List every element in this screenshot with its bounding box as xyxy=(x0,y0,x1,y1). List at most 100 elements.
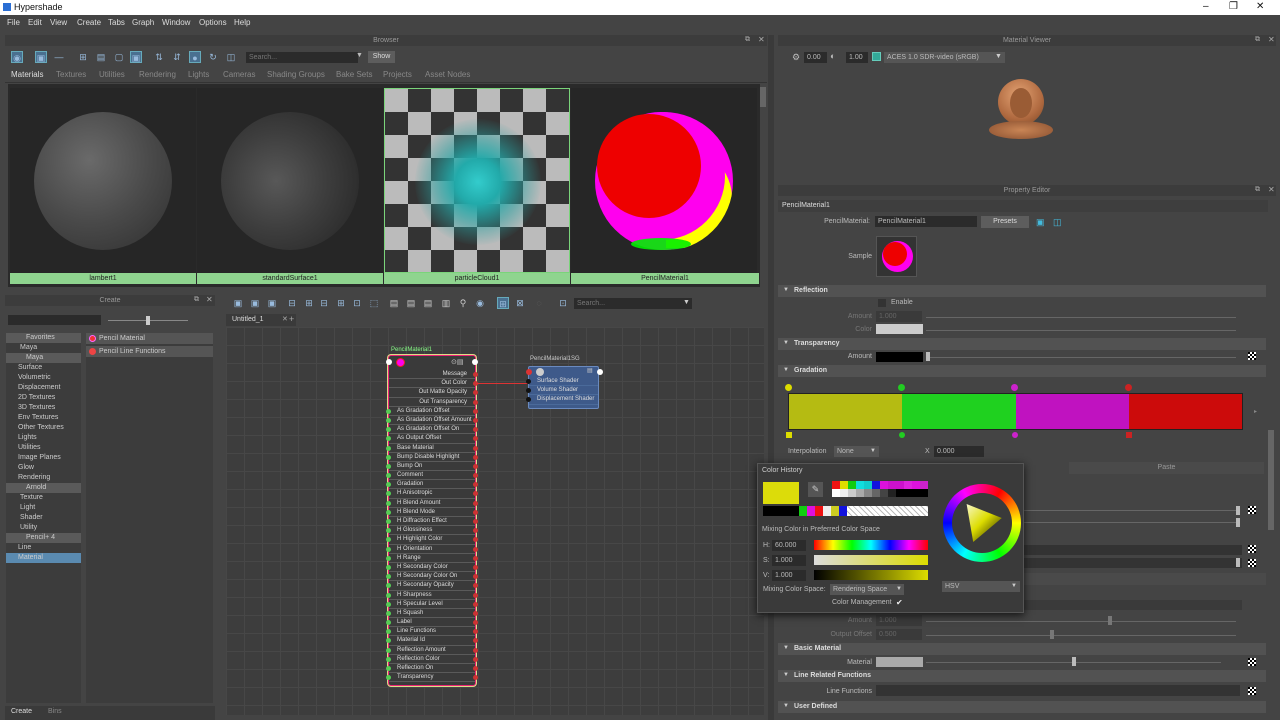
eyedropper-icon[interactable]: ✎ xyxy=(808,482,823,497)
map-icon[interactable] xyxy=(1248,545,1256,553)
slider-knob[interactable] xyxy=(1108,616,1112,625)
browser-search-input[interactable]: Search... xyxy=(246,52,358,63)
port-in-dot[interactable] xyxy=(386,473,391,479)
tab-bins[interactable]: Bins xyxy=(48,708,62,715)
tree-item[interactable]: 3D Textures xyxy=(6,403,81,413)
io-connections-icon[interactable]: ▣ xyxy=(249,297,261,309)
port-in-dot[interactable] xyxy=(386,574,391,580)
chevron-down-icon[interactable]: ▼ xyxy=(356,52,363,59)
input-port[interactable]: H Orientation xyxy=(386,545,478,554)
camera-icon[interactable]: ◉ xyxy=(11,51,23,63)
t-amount-swatch[interactable] xyxy=(876,352,923,362)
node-output-handle[interactable] xyxy=(472,359,478,365)
node-shading-group[interactable]: ▤ Surface Shader Volume Shader Displacemen… xyxy=(526,366,599,409)
port-in-dot[interactable] xyxy=(386,417,391,423)
input-connections-icon[interactable]: ▣ xyxy=(232,297,244,309)
amount-field[interactable]: 1.000 xyxy=(876,311,922,322)
input-port[interactable]: Reflection Color xyxy=(386,655,478,664)
x-field[interactable]: 0.000 xyxy=(934,446,984,457)
node-pencil-material[interactable]: ⊙▤ Message Out Color Out Matte Opacity Out … xyxy=(386,355,478,686)
port-in-dot[interactable] xyxy=(386,528,391,534)
tree-item[interactable]: Image Planes xyxy=(6,453,81,463)
sort-icon[interactable]: ⇅ xyxy=(153,51,165,63)
output-offset-field[interactable]: 0.500 xyxy=(876,629,922,640)
input-port[interactable]: H Secondary Opacity xyxy=(386,581,478,591)
tree-item[interactable]: Favorites xyxy=(6,333,81,343)
connected-mode-icon[interactable]: ▤ xyxy=(405,297,417,309)
tab-untitled[interactable]: Untitled_1 xyxy=(232,316,264,323)
port-in-dot[interactable] xyxy=(386,601,391,607)
port-out-dot[interactable] xyxy=(473,417,478,423)
input-port[interactable]: H Blend Mode xyxy=(386,508,478,517)
input-port[interactable]: Transparency xyxy=(386,673,478,683)
tree-item[interactable]: Maya xyxy=(6,343,81,353)
slider-knob[interactable] xyxy=(146,316,150,325)
create-search-input[interactable] xyxy=(8,315,101,325)
h-field[interactable]: 60.000 xyxy=(772,540,806,551)
expand-icon[interactable]: ▼ xyxy=(783,340,789,346)
tab-create[interactable]: Create xyxy=(11,708,32,715)
section-basic-material[interactable]: Basic Material xyxy=(778,643,1266,655)
port-out-dot[interactable] xyxy=(473,372,478,377)
connection-line[interactable] xyxy=(476,383,528,384)
port-in-dot[interactable] xyxy=(386,445,391,451)
port-in-dot[interactable] xyxy=(386,647,391,653)
add-node-icon[interactable]: ⊞ xyxy=(303,297,315,309)
menu-file[interactable]: File xyxy=(7,18,20,27)
close-panel-icon[interactable]: ✕ xyxy=(206,295,213,304)
tree-item[interactable]: Env Textures xyxy=(6,413,81,423)
full-mode-icon[interactable]: ▤ xyxy=(422,297,434,309)
port-out-dot[interactable] xyxy=(473,463,478,469)
snap-icon[interactable]: ⊠ xyxy=(514,297,526,309)
port-in-dot[interactable] xyxy=(386,482,391,488)
port-in-dot[interactable] xyxy=(386,463,391,469)
menu-tabs[interactable]: Tabs xyxy=(108,18,125,27)
ramp-stop[interactable] xyxy=(786,432,792,438)
splitter[interactable] xyxy=(768,35,774,720)
float-icon[interactable]: ⧉ xyxy=(745,36,750,44)
port-in-dot[interactable] xyxy=(386,610,391,616)
node-mode-icon[interactable]: ⊙▤ xyxy=(451,358,463,366)
port-out-dot[interactable] xyxy=(473,656,478,662)
tree-item[interactable]: Surface xyxy=(6,363,81,373)
color-palette-row[interactable] xyxy=(763,506,928,516)
color-wheel[interactable] xyxy=(943,484,1021,562)
tab-projects[interactable]: Projects xyxy=(383,70,412,79)
sg-port[interactable]: Surface Shader xyxy=(526,377,598,387)
expand-icon[interactable]: ▼ xyxy=(783,287,789,293)
close-panel-icon[interactable]: ✕ xyxy=(758,35,765,44)
tree-item[interactable]: Texture xyxy=(6,493,81,503)
amount2-field[interactable]: 1.000 xyxy=(876,615,922,626)
view-transform-icon[interactable] xyxy=(872,52,881,61)
ramp-handle[interactable] xyxy=(1125,384,1132,391)
port-in-dot[interactable] xyxy=(386,454,391,460)
slider-knob[interactable] xyxy=(1072,657,1076,666)
mode-dropdown[interactable]: HSV xyxy=(942,581,1020,592)
port-in-dot[interactable] xyxy=(386,638,391,644)
output-port[interactable]: Message xyxy=(389,370,478,380)
output-port[interactable]: Out Color xyxy=(389,379,478,389)
output-port[interactable]: Out Matte Opacity xyxy=(389,388,478,398)
port-out-dot[interactable] xyxy=(473,555,478,561)
port-in-dot[interactable] xyxy=(386,675,391,681)
port-in-dot[interactable] xyxy=(386,546,391,552)
ramp-expand-icon[interactable]: ▸ xyxy=(1254,408,1257,415)
slider-knob[interactable] xyxy=(1236,506,1240,515)
menu-graph[interactable]: Graph xyxy=(132,18,154,27)
close-tab-icon[interactable]: ✕ xyxy=(282,315,288,323)
input-port[interactable]: Reflection Amount xyxy=(386,646,478,655)
port-out-dot[interactable] xyxy=(473,666,478,671)
hidden-slider[interactable] xyxy=(1022,510,1236,511)
section-transparency[interactable]: Transparency xyxy=(778,338,1266,350)
new-tab-icon[interactable]: ◫ xyxy=(1053,217,1062,228)
slider-knob[interactable] xyxy=(926,352,930,361)
checkmark-icon[interactable]: ✔ xyxy=(896,598,903,607)
port-in-dot[interactable] xyxy=(386,620,391,626)
tree-item[interactable]: Lights xyxy=(6,433,81,443)
swatch-toggle-icon[interactable]: ◉ xyxy=(474,297,486,309)
port-out-dot[interactable] xyxy=(473,509,478,515)
material-swatch[interactable] xyxy=(876,657,923,667)
node-input-handle[interactable] xyxy=(526,369,532,375)
tree-item[interactable]: Arnold xyxy=(6,483,81,493)
input-port[interactable]: Comment xyxy=(386,471,478,481)
